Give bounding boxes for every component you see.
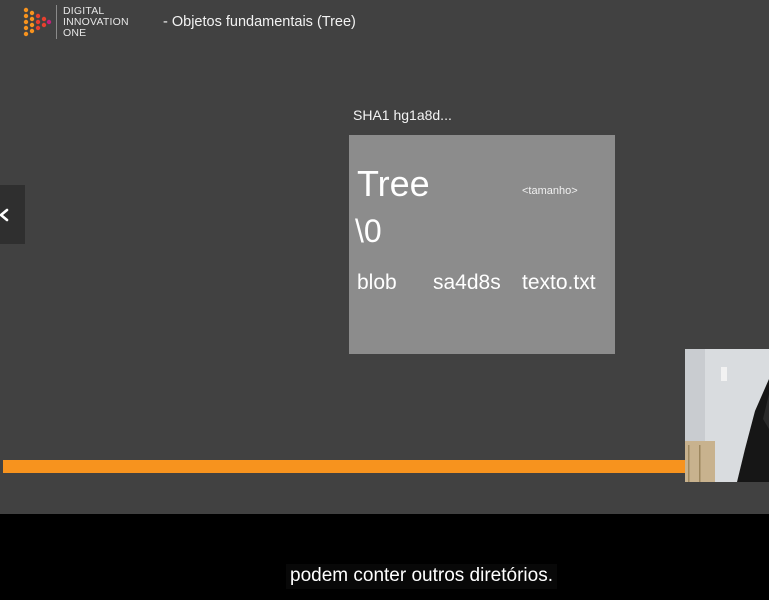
entry-name: texto.txt	[522, 271, 596, 294]
tree-size-placeholder: <tamanho>	[522, 185, 578, 197]
entry-hash: sa4d8s	[433, 271, 501, 294]
null-terminator: \0	[355, 213, 382, 249]
brand-line: INNOVATION	[63, 15, 129, 28]
logo-divider	[56, 5, 57, 39]
tree-title: Tree	[357, 163, 430, 204]
lesson-title: - Objetos fundamentais (Tree)	[163, 14, 356, 30]
tree-object-box: Tree <tamanho> \0 blob sa4d8s texto.txt	[349, 135, 615, 354]
chevron-left-icon	[0, 208, 9, 221]
brand-line: ONE	[63, 26, 87, 39]
subtitle-caption: podem conter outros diretórios.	[286, 564, 557, 589]
brand-line: DIGITAL	[63, 4, 105, 17]
brand-text: DIGITAL INNOVATION ONE	[63, 4, 129, 39]
brand-logo: DIGITAL INNOVATION ONE	[22, 4, 129, 40]
previous-button[interactable]	[0, 185, 25, 244]
entry-type: blob	[357, 271, 397, 294]
progress-bar[interactable]	[3, 460, 693, 473]
slide-area: DIGITAL INNOVATION ONE - Objetos fundame…	[0, 0, 769, 514]
sha-label: SHA1 hg1a8d...	[353, 107, 452, 123]
dio-play-logo-icon	[22, 4, 52, 40]
webcam-overlay	[685, 349, 769, 482]
